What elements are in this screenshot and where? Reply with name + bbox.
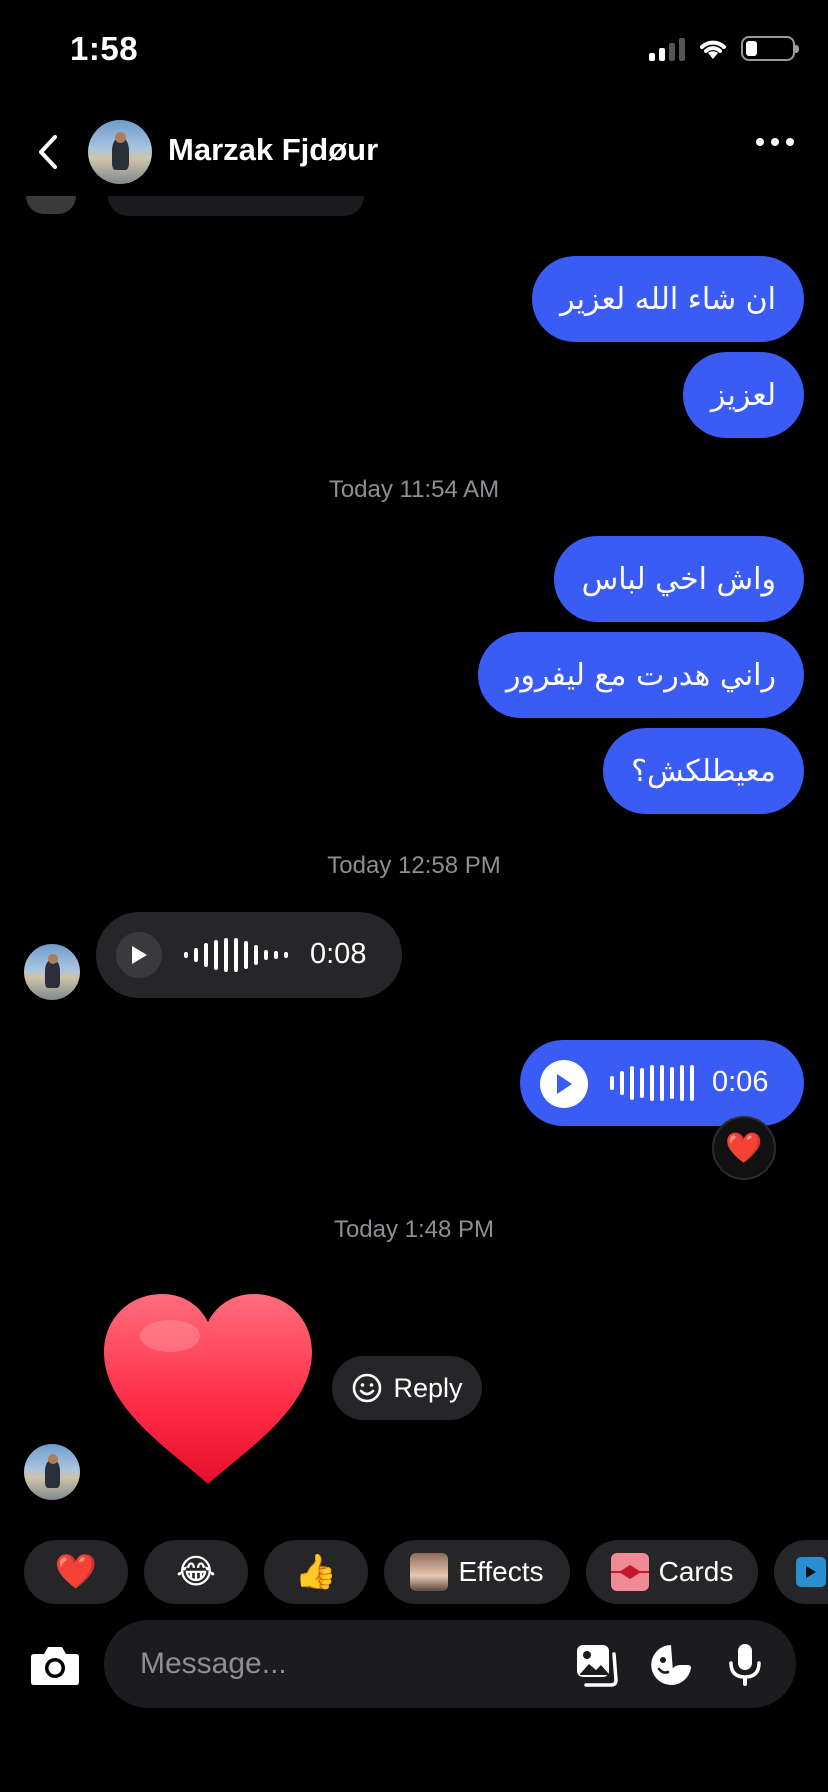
contact-name[interactable]: Marzak Fjdøur	[168, 132, 378, 168]
more-options-button[interactable]	[756, 138, 794, 146]
thumbs-up-icon: 👍	[294, 1552, 338, 1592]
quick-heart-button[interactable]: ❤️	[24, 1540, 128, 1604]
voice-duration: 0:08	[310, 938, 367, 970]
laughing-face-icon: 😂	[176, 1552, 216, 1592]
more-quick-action-button[interactable]	[774, 1540, 828, 1604]
quick-laugh-button[interactable]: 😂	[144, 1540, 248, 1604]
play-button[interactable]	[540, 1060, 588, 1108]
heart-sticker-icon[interactable]	[100, 1290, 316, 1486]
outgoing-message[interactable]: لعزيز	[682, 352, 804, 438]
outgoing-message[interactable]: معيطلكش؟	[603, 728, 804, 814]
camera-icon[interactable]	[28, 1640, 82, 1690]
heart-reaction-badge[interactable]: ❤️	[712, 1116, 776, 1180]
previous-message-partial	[108, 196, 364, 216]
microphone-icon[interactable]	[722, 1642, 768, 1688]
timestamp: Today 12:58 PM	[327, 852, 501, 879]
contact-avatar[interactable]	[88, 120, 152, 184]
video-card-icon	[796, 1557, 826, 1587]
timestamp: Today 1:48 PM	[333, 1216, 495, 1243]
play-icon	[132, 946, 147, 964]
wifi-icon	[700, 40, 726, 59]
play-button[interactable]	[116, 932, 162, 978]
battery-icon	[741, 36, 799, 61]
smiley-icon	[353, 1373, 382, 1403]
waveform-icon	[610, 1064, 694, 1102]
outgoing-message[interactable]: ان شاء الله لعزير	[532, 256, 804, 342]
outgoing-voice-message[interactable]: 0:06	[520, 1040, 804, 1126]
status-time: 1:58	[70, 30, 139, 67]
sender-avatar[interactable]	[24, 1444, 80, 1500]
waveform-icon	[184, 938, 288, 972]
incoming-voice-message[interactable]: 0:08	[96, 912, 402, 998]
sticker-icon[interactable]	[648, 1642, 694, 1688]
effects-thumbnail-icon	[410, 1553, 449, 1591]
back-button[interactable]	[24, 128, 72, 176]
cards-label: Cards	[658, 1556, 734, 1587]
status-icons	[649, 36, 799, 61]
quick-actions-row: ❤️ 😂 👍 Effects Cards	[24, 1540, 828, 1604]
previous-avatar-partial	[26, 196, 76, 214]
message-input[interactable]	[140, 1642, 540, 1686]
heart-icon: ❤️	[54, 1552, 98, 1592]
effects-label: Effects	[458, 1556, 544, 1587]
cards-button[interactable]: Cards	[586, 1540, 758, 1604]
chat-header: Marzak Fjdøur	[0, 110, 828, 194]
message-box	[104, 1620, 796, 1708]
sender-avatar[interactable]	[24, 944, 80, 1000]
quick-thumbs-up-button[interactable]: 👍	[264, 1540, 368, 1604]
cellular-signal-icon	[649, 37, 685, 61]
outgoing-message[interactable]: واش اخي لباس	[553, 536, 804, 622]
effects-button[interactable]: Effects	[384, 1540, 570, 1604]
timestamp: Today 11:54 AM	[328, 476, 500, 503]
play-icon	[557, 1074, 572, 1094]
reply-button[interactable]: Reply	[332, 1356, 482, 1420]
message-composer	[0, 1620, 828, 1710]
outgoing-message[interactable]: راني هدرت مع ليفرور	[477, 632, 804, 718]
gift-card-icon	[610, 1553, 649, 1591]
chevron-left-icon	[39, 135, 57, 169]
status-bar: 1:58	[0, 0, 828, 100]
reply-label: Reply	[393, 1372, 463, 1403]
gallery-icon[interactable]	[574, 1642, 620, 1688]
voice-duration: 0:06	[712, 1066, 769, 1098]
